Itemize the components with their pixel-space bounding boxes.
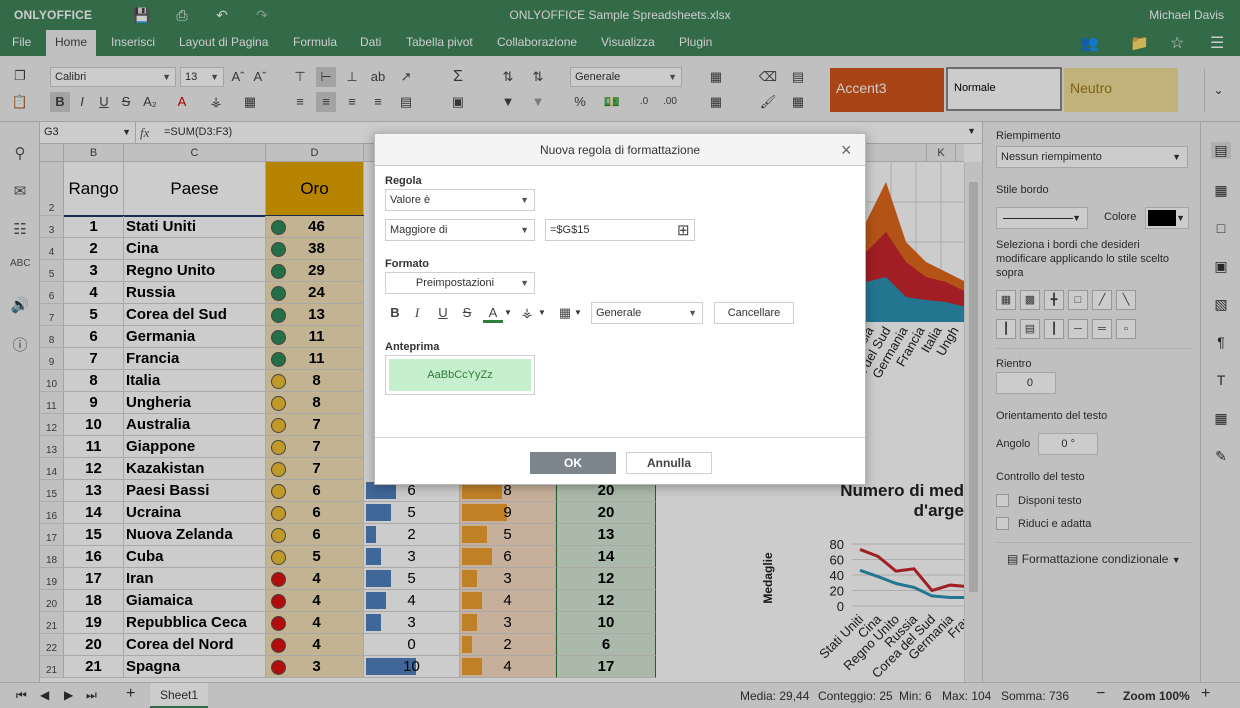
format-label: Formato (385, 258, 429, 270)
preset-combo[interactable]: Preimpostazioni ▼ (385, 272, 535, 294)
select-range-icon[interactable]: ⊞ (677, 221, 690, 239)
dialog-bold-icon[interactable]: B (385, 303, 405, 323)
dialog-title: Nuova regola di formattazione (375, 134, 865, 166)
dialog-fill-color-arrow[interactable]: ▼ (538, 308, 546, 317)
dialog-strikethrough-icon[interactable]: S (457, 303, 477, 323)
dialog-underline-icon[interactable]: U (433, 303, 453, 323)
dialog-font-color-icon[interactable]: A (483, 303, 503, 323)
preview-label: Anteprima (385, 341, 440, 353)
preview-text: AaBbCcYyZz (389, 359, 531, 391)
dialog-italic-icon[interactable]: I (407, 303, 427, 323)
dialog-font-color-arrow[interactable]: ▼ (504, 308, 512, 317)
preview-box: AaBbCcYyZz (385, 355, 535, 395)
new-formatting-rule-dialog: Nuova regola di formattazione × Regola V… (374, 133, 866, 485)
dialog-borders-icon[interactable]: ▦ (555, 303, 575, 323)
dialog-footer-divider (375, 437, 865, 438)
dialog-number-format-combo[interactable]: Generale ▼ (591, 302, 703, 324)
ok-button[interactable]: OK (530, 452, 616, 474)
dialog-fill-color-icon[interactable]: ⚶ (517, 303, 537, 323)
clear-format-button[interactable]: Cancellare (714, 302, 794, 324)
rule-label: Regola (385, 175, 422, 187)
rule-type-combo[interactable]: Valore è ▼ (385, 189, 535, 211)
value-input[interactable]: =$G$15 (545, 219, 695, 241)
cancel-button[interactable]: Annulla (626, 452, 712, 474)
condition-combo[interactable]: Maggiore di ▼ (385, 219, 535, 241)
dialog-borders-arrow[interactable]: ▼ (574, 308, 582, 317)
close-icon[interactable]: × (841, 140, 852, 161)
